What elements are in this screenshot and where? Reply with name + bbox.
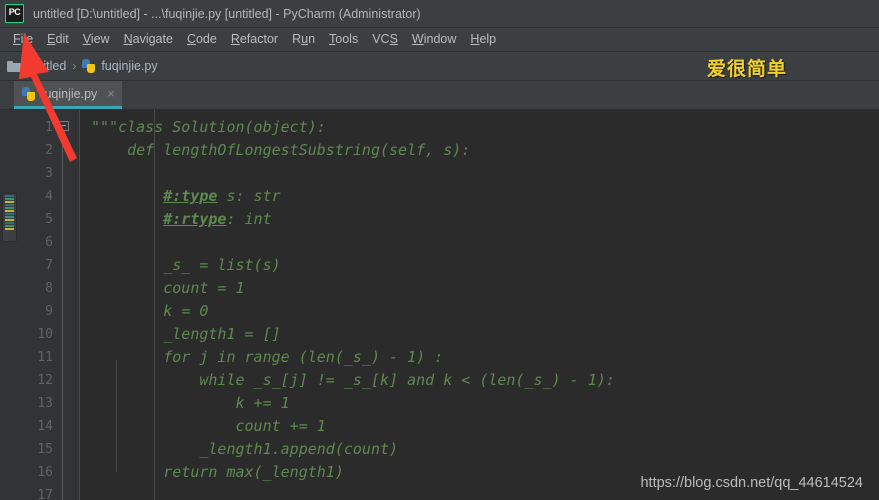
breadcrumb-project-label: untitled: [26, 59, 67, 73]
menu-item-help[interactable]: Help: [463, 31, 503, 48]
line-number: 2: [45, 143, 53, 158]
code-line: def lengthOfLongestSubstring(self, s):: [80, 139, 879, 162]
menu-item-navigate[interactable]: Navigate: [117, 31, 180, 48]
python-file-icon: [22, 86, 36, 101]
tool-window-stripe: [5, 195, 14, 197]
navigation-bar: untitled › fuqinjie.py 爱很简单: [0, 52, 879, 81]
tool-window-stripe: [5, 198, 14, 200]
code-text-area[interactable]: """class Solution(object): def lengthOfL…: [80, 110, 879, 500]
watermark-url: https://blog.csdn.net/qq_44614524: [640, 475, 863, 491]
tool-window-stripe: [5, 204, 14, 206]
breadcrumb-file[interactable]: fuqinjie.py: [82, 59, 158, 73]
line-number: 10: [37, 327, 53, 342]
code-token: """class Solution(object):: [91, 118, 326, 136]
code-token: _s_ = list(s): [91, 256, 281, 274]
title-bar: PC untitled [D:\untitled] - ...\fuqinjie…: [0, 0, 879, 28]
close-icon[interactable]: ×: [107, 87, 115, 100]
code-token-underlined: #:rtype: [163, 210, 227, 228]
menu-item-run[interactable]: Run: [285, 31, 322, 48]
menu-bar: File Edit View Navigate Code Refactor Ru…: [0, 28, 879, 52]
code-line: #:type s: str: [80, 185, 879, 208]
tool-window-stripe: [5, 207, 14, 209]
code-token: s: str: [217, 187, 281, 205]
chinese-banner-text: 爱很简单: [706, 58, 787, 80]
tool-window-stripe: [5, 225, 14, 227]
line-number: 7: [45, 258, 53, 273]
menu-item-window[interactable]: Window: [405, 31, 463, 48]
line-number: 13: [37, 396, 53, 411]
code-line: #:rtype: int: [80, 208, 879, 231]
tool-window-stripe: [5, 222, 14, 224]
indent-guide: [154, 360, 155, 452]
pycharm-window: PC untitled [D:\untitled] - ...\fuqinjie…: [0, 0, 879, 500]
breadcrumb-project[interactable]: untitled: [7, 59, 66, 73]
line-number-column: 1 2 3 4 5 6 7 8 9 10 11 12 13 14 15 16 1…: [0, 110, 79, 500]
code-token: for j in range (len(_s_) - 1) :: [91, 348, 444, 366]
line-number: 11: [37, 350, 53, 365]
code-line: k += 1: [80, 392, 879, 415]
tool-window-stripe: [5, 213, 14, 215]
menu-item-file[interactable]: File: [6, 31, 40, 48]
python-file-icon: [82, 59, 96, 73]
folder-icon: [7, 60, 21, 72]
code-token: : int: [226, 210, 272, 228]
code-line: count = 1: [80, 277, 879, 300]
code-token: k += 1: [91, 394, 290, 412]
code-line: _length1 = []: [80, 323, 879, 346]
window-title: untitled [D:\untitled] - ...\fuqinjie.py…: [33, 6, 421, 21]
fold-region-line: [62, 132, 63, 500]
code-token: return max(_length1): [91, 463, 344, 481]
line-number: 12: [37, 373, 53, 388]
code-token: k = 0: [91, 302, 209, 320]
indent-guide: [116, 360, 117, 472]
menu-item-code[interactable]: Code: [180, 31, 224, 48]
code-token: _length1 = []: [91, 325, 281, 343]
code-line: _length1.append(count): [80, 438, 879, 461]
pycharm-logo-icon: PC: [5, 4, 24, 23]
editor-area: 1 2 3 4 5 6 7 8 9 10 11 12 13 14 15 16 1…: [0, 110, 879, 500]
code-token: count += 1: [91, 417, 326, 435]
code-token: while _s_[j] != _s_[k] and k < (len(_s_)…: [91, 371, 615, 389]
tool-window-stripe: [5, 216, 14, 218]
editor-tab-label: fuqinjie.py: [41, 86, 98, 101]
menu-item-edit[interactable]: Edit: [40, 31, 76, 48]
code-token: def lengthOfLongestSubstring(self, s):: [91, 141, 471, 159]
line-number: 14: [37, 419, 53, 434]
menu-item-tools[interactable]: Tools: [322, 31, 365, 48]
code-line: """class Solution(object):: [80, 116, 879, 139]
code-token: count = 1: [91, 279, 245, 297]
code-line: k = 0: [80, 300, 879, 323]
line-number: 17: [37, 488, 53, 500]
editor-tab-bar: fuqinjie.py ×: [0, 81, 879, 110]
code-line: while _s_[j] != _s_[k] and k < (len(_s_)…: [80, 369, 879, 392]
line-number: 16: [37, 465, 53, 480]
code-line: for j in range (len(_s_) - 1) :: [80, 346, 879, 369]
code-line: _s_ = list(s): [80, 254, 879, 277]
breadcrumb-separator-icon: ›: [72, 59, 77, 73]
tool-window-stripe: [5, 210, 14, 212]
breadcrumb-file-label: fuqinjie.py: [101, 59, 158, 73]
menu-item-refactor[interactable]: Refactor: [224, 31, 285, 48]
tool-window-strip[interactable]: [2, 193, 17, 242]
line-number: 8: [45, 281, 53, 296]
code-line: count += 1: [80, 415, 879, 438]
code-token: _length1.append(count): [91, 440, 399, 458]
line-number: 9: [45, 304, 53, 319]
tool-window-stripe: [5, 228, 14, 230]
editor-gutter[interactable]: 1 2 3 4 5 6 7 8 9 10 11 12 13 14 15 16 1…: [0, 110, 80, 500]
tool-window-stripe: [5, 201, 14, 203]
menu-item-view[interactable]: View: [76, 31, 117, 48]
menu-item-vcs[interactable]: VCS: [365, 31, 405, 48]
line-number: 15: [37, 442, 53, 457]
code-token-underlined: #:type: [163, 187, 218, 205]
tool-window-stripe: [5, 219, 14, 221]
editor-tab-fuqinjie[interactable]: fuqinjie.py ×: [14, 81, 122, 109]
line-number: 3: [45, 166, 53, 181]
